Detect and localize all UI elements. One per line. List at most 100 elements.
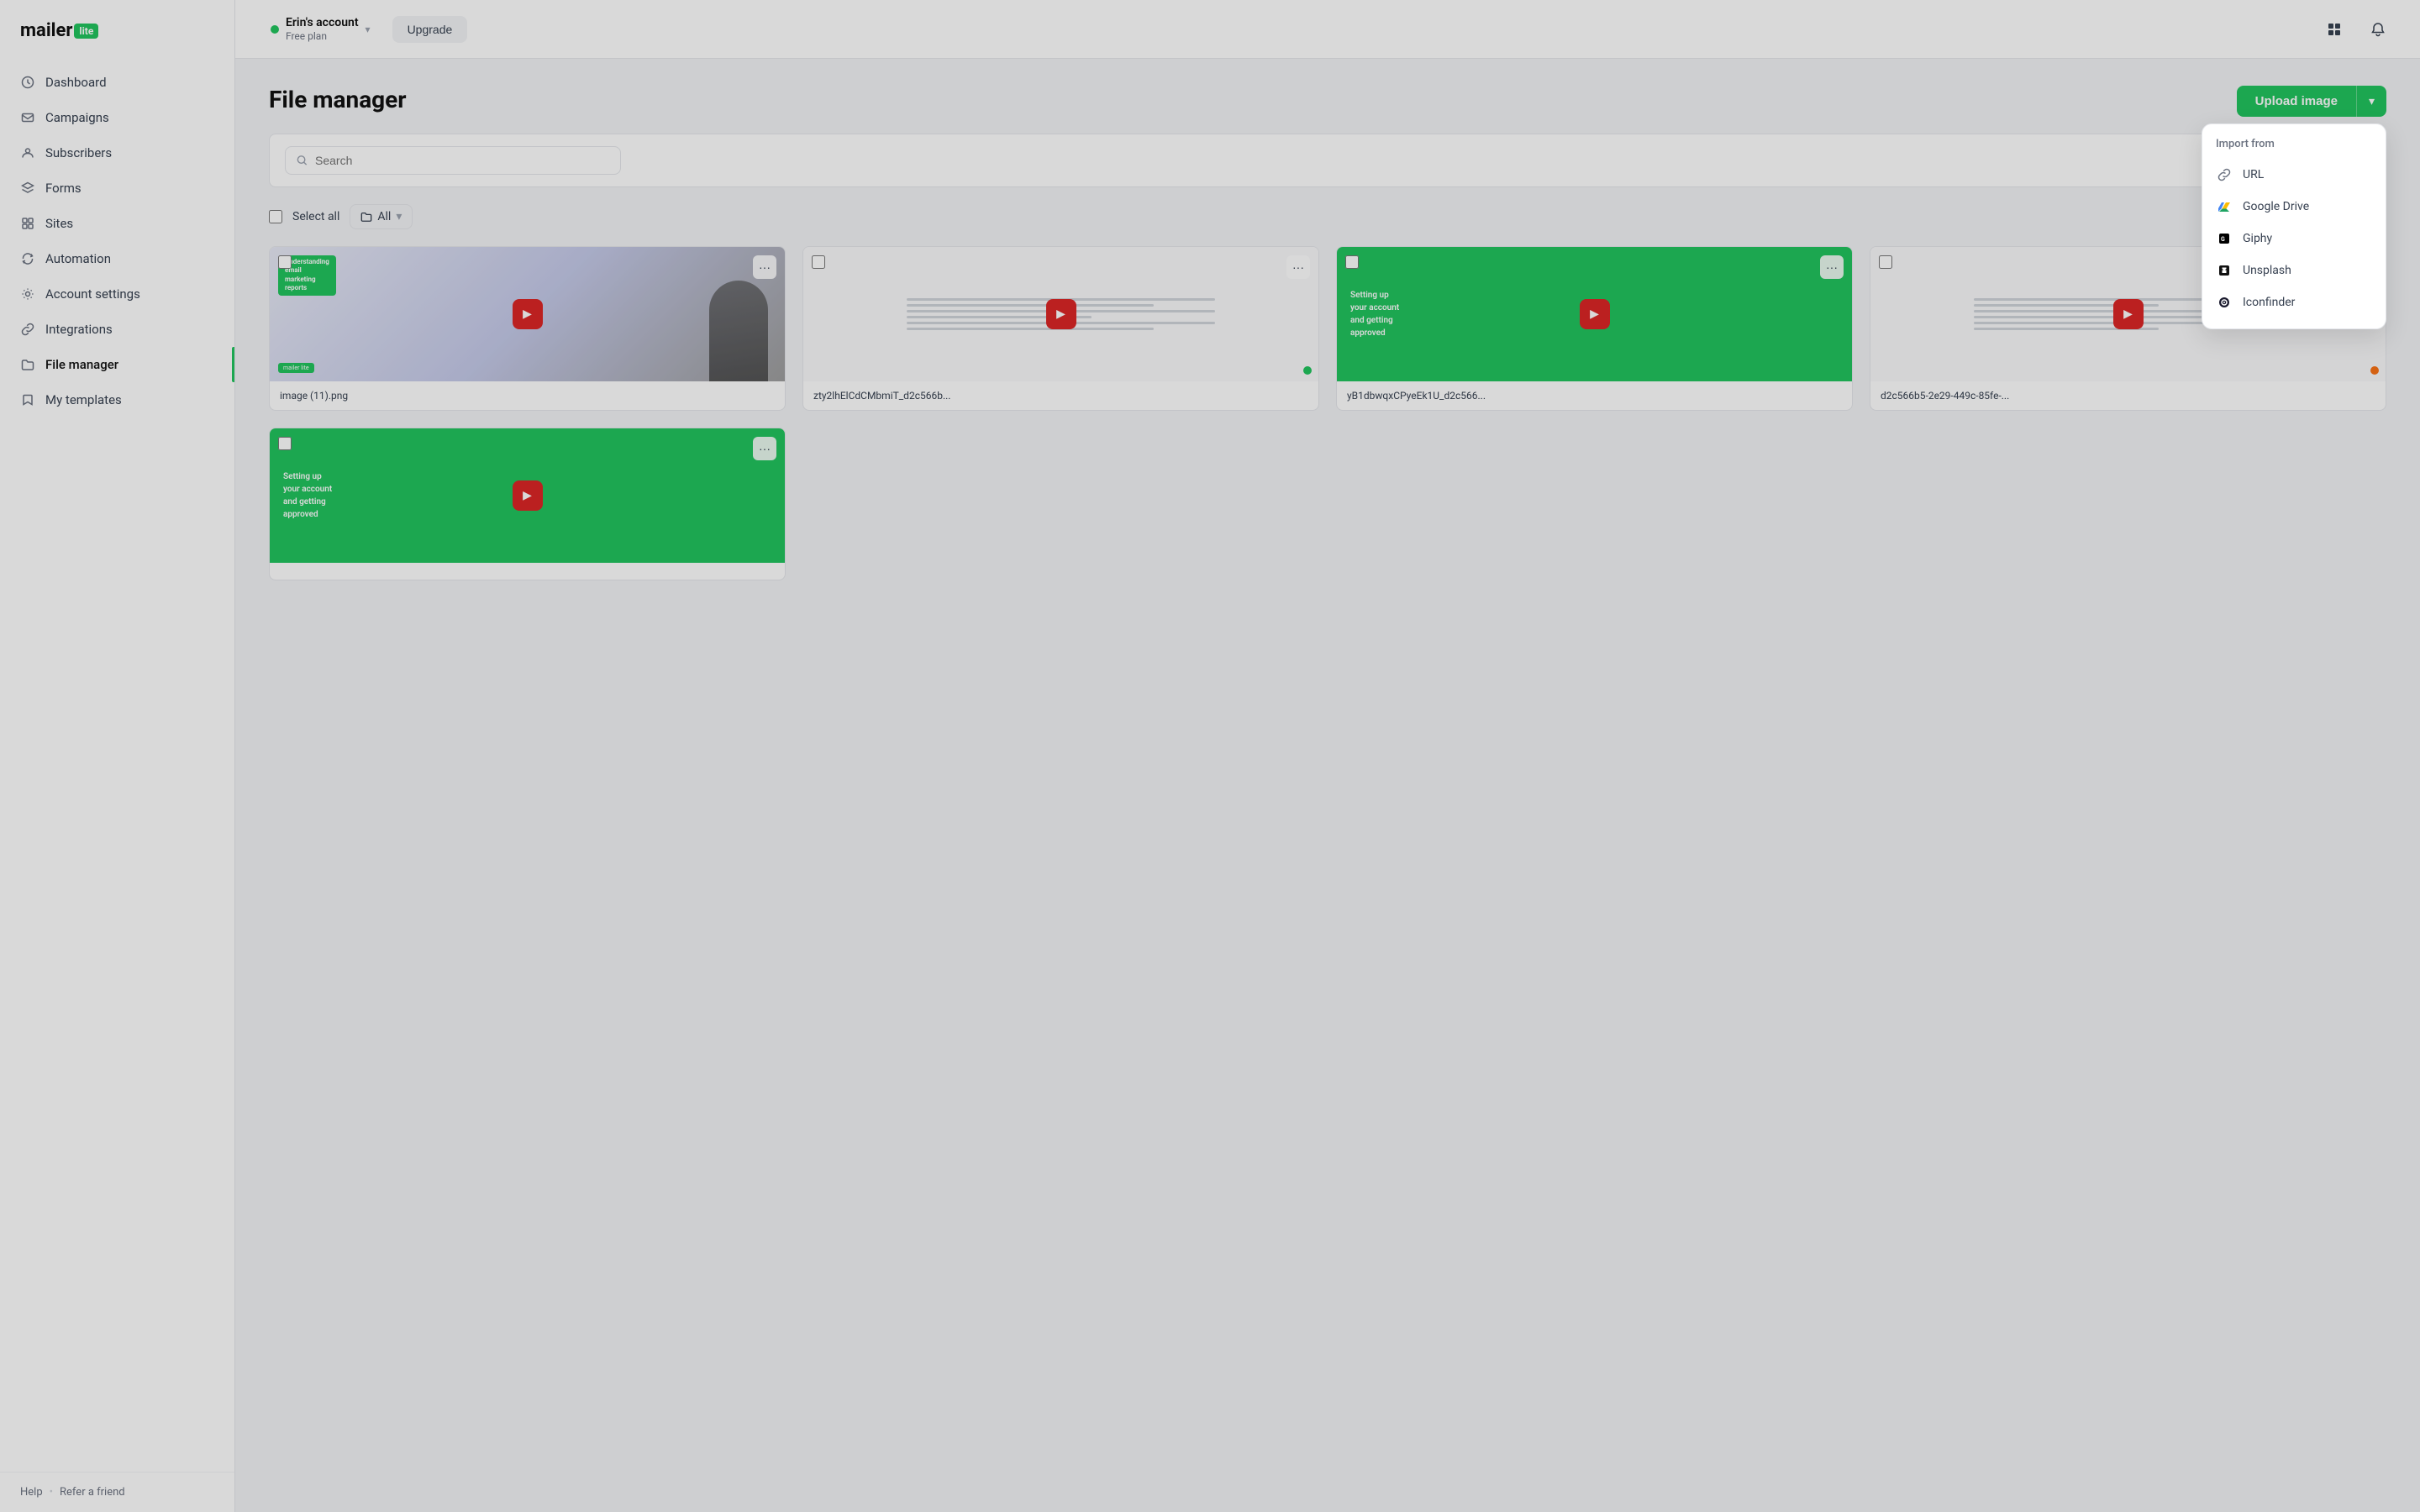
doc-line bbox=[907, 304, 1154, 307]
search-icon bbox=[296, 154, 308, 167]
card-menu-button-3[interactable]: ··· bbox=[1820, 255, 1844, 279]
sidebar-footer: Help • Refer a friend bbox=[0, 1472, 234, 1512]
play-icon-1: ▶ bbox=[513, 299, 543, 329]
refresh-icon bbox=[20, 251, 35, 266]
sidebar-item-sites[interactable]: Sites bbox=[0, 206, 234, 241]
folder-filter-button[interactable]: All ▾ bbox=[350, 204, 413, 229]
upload-image-button[interactable]: Upload image bbox=[2237, 86, 2356, 117]
header-left: Erin's account Free plan ▾ Upgrade bbox=[262, 10, 467, 49]
settings-icon bbox=[20, 286, 35, 302]
sidebar-label-automation: Automation bbox=[45, 251, 111, 266]
sidebar: mailerlite Dashboard Campaigns bbox=[0, 0, 235, 1512]
chevron-down-icon: ▾ bbox=[366, 24, 371, 35]
mail-icon bbox=[20, 110, 35, 125]
card-menu-button-1[interactable]: ··· bbox=[753, 255, 776, 279]
import-unsplash-item[interactable]: Unsplash bbox=[2202, 255, 2386, 286]
import-giphy-item[interactable]: G Giphy bbox=[2202, 223, 2386, 255]
refer-link[interactable]: Refer a friend bbox=[60, 1486, 125, 1499]
upload-chevron-button[interactable]: ▾ bbox=[2356, 86, 2386, 117]
sidebar-item-my-templates[interactable]: My templates bbox=[0, 382, 234, 417]
card-checkbox-2[interactable] bbox=[812, 255, 825, 269]
bookmark-icon bbox=[20, 392, 35, 407]
sidebar-item-dashboard[interactable]: Dashboard bbox=[0, 65, 234, 100]
account-name: Erin's account bbox=[286, 15, 359, 30]
account-status-dot bbox=[271, 25, 279, 34]
import-iconfinder-label: Iconfinder bbox=[2243, 296, 2295, 309]
sidebar-label-account-settings: Account settings bbox=[45, 286, 140, 302]
import-dropdown: Import from URL bbox=[2202, 123, 2386, 329]
google-drive-icon bbox=[2216, 198, 2233, 215]
select-row: Select all All ▾ bbox=[269, 204, 2386, 229]
play-icon-4: ▶ bbox=[2113, 299, 2144, 329]
card-filename-5 bbox=[270, 563, 785, 580]
card-checkbox-5[interactable] bbox=[278, 437, 292, 450]
import-google-drive-label: Google Drive bbox=[2243, 200, 2309, 213]
import-google-drive-item[interactable]: Google Drive bbox=[2202, 191, 2386, 223]
sidebar-item-campaigns[interactable]: Campaigns bbox=[0, 100, 234, 135]
sidebar-label-my-templates: My templates bbox=[45, 392, 122, 407]
folder-filter-chevron: ▾ bbox=[396, 210, 402, 223]
bell-icon bbox=[2370, 22, 2386, 37]
sidebar-label-campaigns: Campaigns bbox=[45, 110, 109, 125]
main-content: Erin's account Free plan ▾ Upgrade bbox=[235, 0, 2420, 1512]
sidebar-label-sites: Sites bbox=[45, 216, 73, 231]
import-iconfinder-item[interactable]: Iconfinder bbox=[2202, 286, 2386, 318]
card-checkbox-3[interactable] bbox=[1345, 255, 1359, 269]
card-menu-button-2[interactable]: ··· bbox=[1286, 255, 1310, 279]
select-all-checkbox[interactable] bbox=[269, 210, 282, 223]
search-input[interactable] bbox=[315, 154, 610, 167]
card-filename-1: image (11).png bbox=[270, 381, 785, 410]
status-dot-2 bbox=[1303, 366, 1312, 375]
notification-icon-button[interactable] bbox=[2363, 14, 2393, 45]
card-checkbox-1[interactable] bbox=[278, 255, 292, 269]
image-grid: ··· Understanding email marketing report… bbox=[269, 246, 2386, 580]
sidebar-label-subscribers: Subscribers bbox=[45, 145, 112, 160]
apps-icon-button[interactable] bbox=[2319, 14, 2349, 45]
play-icon-5: ▶ bbox=[513, 480, 543, 511]
header: Erin's account Free plan ▾ Upgrade bbox=[235, 0, 2420, 59]
page-content: File manager Upload image ▾ Import from bbox=[235, 59, 2420, 1512]
sidebar-item-file-manager[interactable]: File manager bbox=[0, 347, 234, 382]
upgrade-button[interactable]: Upgrade bbox=[392, 16, 468, 43]
clock-icon bbox=[20, 75, 35, 90]
logo-badge: lite bbox=[74, 24, 98, 39]
folder-filter-label: All bbox=[377, 210, 391, 223]
sidebar-item-automation[interactable]: Automation bbox=[0, 241, 234, 276]
select-all-label[interactable]: Select all bbox=[292, 210, 339, 223]
sidebar-item-integrations[interactable]: Integrations bbox=[0, 312, 234, 347]
giphy-icon: G bbox=[2216, 230, 2233, 247]
image-card-5: ··· Setting upyour accountand gettingapp… bbox=[269, 428, 786, 580]
sidebar-item-subscribers[interactable]: Subscribers bbox=[0, 135, 234, 171]
card-filename-3: yB1dbwqxCPyeEk1U_d2c566... bbox=[1337, 381, 1852, 410]
card-menu-button-5[interactable]: ··· bbox=[753, 437, 776, 460]
doc-line bbox=[1974, 322, 2221, 324]
upload-area: Upload image ▾ Import from URL bbox=[2237, 86, 2386, 117]
sidebar-item-account-settings[interactable]: Account settings bbox=[0, 276, 234, 312]
card-filename-4: d2c566b5-2e29-449c-85fe-... bbox=[1870, 381, 2386, 410]
account-selector[interactable]: Erin's account Free plan ▾ bbox=[262, 10, 379, 49]
doc-line bbox=[1974, 310, 2221, 312]
import-url-label: URL bbox=[2243, 168, 2264, 181]
play-icon-3: ▶ bbox=[1580, 299, 1610, 329]
image-card-1: ··· Understanding email marketing report… bbox=[269, 246, 786, 411]
card-checkbox-4[interactable] bbox=[1879, 255, 1892, 269]
help-link[interactable]: Help bbox=[20, 1486, 43, 1499]
header-right bbox=[2319, 14, 2393, 45]
apps-grid-icon bbox=[2327, 22, 2342, 37]
image-card-3: ··· Setting upyour accountand gettingapp… bbox=[1336, 246, 1853, 411]
status-dot-4 bbox=[2370, 366, 2379, 375]
sidebar-label-forms: Forms bbox=[45, 181, 82, 196]
link-icon bbox=[20, 322, 35, 337]
import-url-item[interactable]: URL bbox=[2202, 159, 2386, 191]
sidebar-item-forms[interactable]: Forms bbox=[0, 171, 234, 206]
layers-icon bbox=[20, 181, 35, 196]
sidebar-label-integrations: Integrations bbox=[45, 322, 113, 337]
import-from-label: Import from bbox=[2202, 138, 2386, 159]
doc-line bbox=[907, 328, 1154, 330]
card-header-2: ··· bbox=[812, 255, 1310, 279]
unsplash-icon bbox=[2216, 262, 2233, 279]
folder-filter-icon bbox=[360, 211, 372, 223]
sidebar-nav: Dashboard Campaigns Subscribers bbox=[0, 58, 234, 1472]
import-giphy-label: Giphy bbox=[2243, 232, 2272, 245]
import-unsplash-label: Unsplash bbox=[2243, 264, 2291, 277]
